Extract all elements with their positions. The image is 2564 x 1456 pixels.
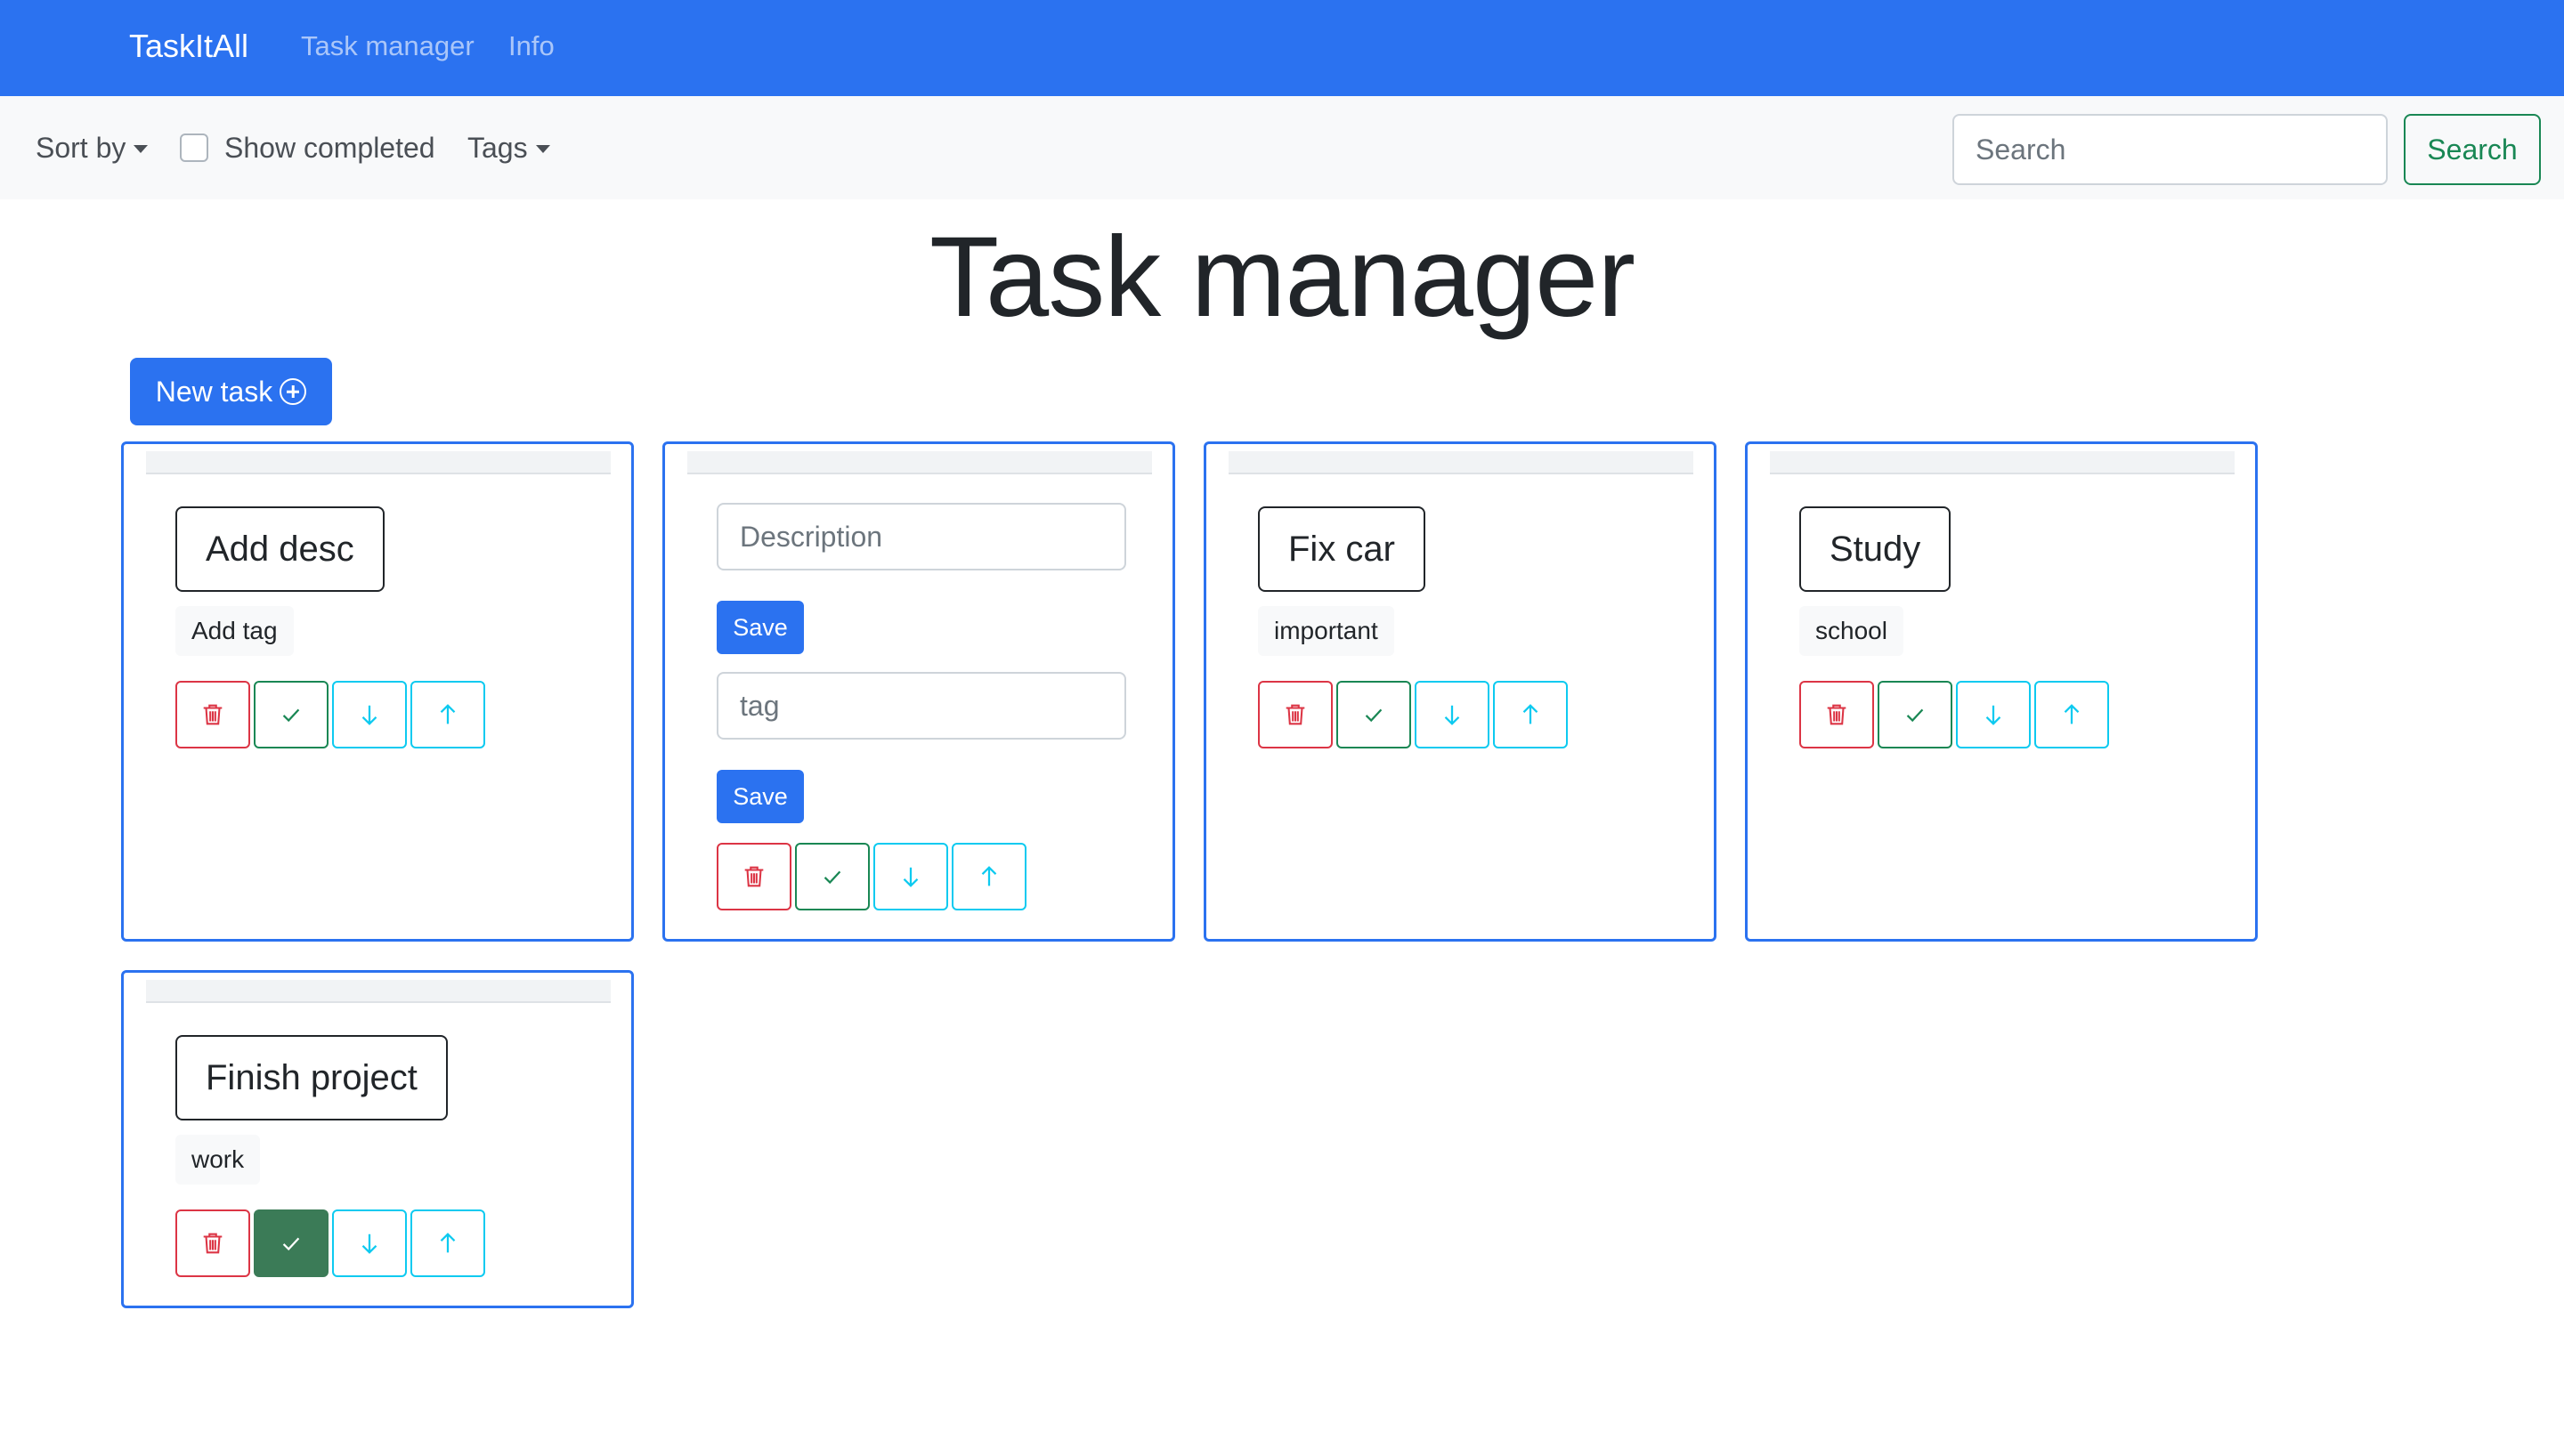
task-tag[interactable]: school xyxy=(1799,606,1903,656)
arrow-up-icon xyxy=(2064,704,2080,724)
move-down-button[interactable] xyxy=(873,843,948,910)
trash-icon xyxy=(1827,704,1846,725)
trash-icon xyxy=(1286,704,1305,725)
page-title: Task manager xyxy=(929,214,1635,341)
task-card: Fix car important xyxy=(1204,441,1716,942)
move-up-button[interactable] xyxy=(410,681,485,748)
arrow-up-icon xyxy=(981,866,997,886)
check-icon xyxy=(282,708,300,723)
arrow-down-icon xyxy=(361,705,377,725)
show-completed-checkbox[interactable] xyxy=(180,133,208,162)
task-tag[interactable]: work xyxy=(175,1135,261,1185)
brand-link[interactable]: TaskItAll xyxy=(129,25,248,68)
arrow-up-icon xyxy=(440,1233,456,1253)
delete-button[interactable] xyxy=(1799,681,1874,748)
task-tag[interactable]: Add tag xyxy=(175,606,294,656)
card-header xyxy=(146,451,611,474)
trash-icon xyxy=(203,704,223,725)
complete-button[interactable] xyxy=(254,681,329,748)
card-header xyxy=(687,451,1152,474)
tags-dropdown[interactable]: Tags xyxy=(467,130,550,166)
arrow-down-icon xyxy=(1985,705,2001,725)
delete-button[interactable] xyxy=(717,843,791,910)
task-card: Add desc Add tag xyxy=(121,441,634,942)
task-actions xyxy=(1799,681,2109,748)
check-icon xyxy=(824,870,841,885)
card-header xyxy=(1229,451,1693,474)
move-up-button[interactable] xyxy=(410,1209,485,1277)
task-actions xyxy=(175,681,485,748)
sort-by-label: Sort by xyxy=(36,132,126,164)
search-input[interactable]: Search xyxy=(1952,114,2388,185)
move-up-button[interactable] xyxy=(952,843,1026,910)
task-actions xyxy=(717,843,1026,910)
delete-button[interactable] xyxy=(175,681,250,748)
save-tag-button[interactable]: Save xyxy=(717,770,804,823)
arrow-down-icon xyxy=(903,867,919,887)
navbar: TaskItAll Task manager Info xyxy=(0,0,2564,96)
delete-button[interactable] xyxy=(1258,681,1333,748)
move-down-button[interactable] xyxy=(1415,681,1489,748)
task-card: Finish project work xyxy=(121,970,634,1308)
task-title[interactable]: Finish project xyxy=(175,1035,448,1120)
arrow-down-icon xyxy=(361,1234,377,1254)
new-task-label: New task xyxy=(155,375,273,408)
task-card: Study school xyxy=(1745,441,2258,942)
caret-down-icon xyxy=(134,144,149,153)
task-title[interactable]: Study xyxy=(1799,506,1951,592)
plus-circle-icon xyxy=(280,378,307,405)
tag-input[interactable]: tag xyxy=(717,672,1126,740)
task-actions xyxy=(175,1209,485,1277)
complete-button[interactable] xyxy=(795,843,870,910)
task-title[interactable]: Fix car xyxy=(1258,506,1425,592)
new-task-button[interactable]: New task xyxy=(130,358,332,425)
complete-button[interactable] xyxy=(1336,681,1411,748)
sort-by-dropdown[interactable]: Sort by xyxy=(36,130,149,166)
task-tag[interactable]: important xyxy=(1258,606,1394,656)
show-completed-toggle[interactable]: Show completed xyxy=(180,130,435,166)
move-down-button[interactable] xyxy=(332,681,407,748)
task-title[interactable]: Add desc xyxy=(175,506,385,592)
complete-button[interactable] xyxy=(1878,681,1952,748)
check-icon xyxy=(282,1237,300,1251)
save-description-button[interactable]: Save xyxy=(717,601,804,654)
check-icon xyxy=(1365,708,1383,723)
move-down-button[interactable] xyxy=(332,1209,407,1277)
trash-icon xyxy=(203,1233,223,1254)
nav-link-task-manager[interactable]: Task manager xyxy=(301,28,475,64)
nav-link-info[interactable]: Info xyxy=(508,28,555,64)
move-up-button[interactable] xyxy=(2034,681,2109,748)
card-header xyxy=(1770,451,2235,474)
arrow-up-icon xyxy=(1522,704,1538,724)
card-header xyxy=(146,980,611,1003)
show-completed-label: Show completed xyxy=(224,132,435,164)
toolbar: Sort by Show completed Tags Search Searc… xyxy=(0,96,2564,199)
arrow-up-icon xyxy=(440,704,456,724)
description-input[interactable]: Description xyxy=(717,503,1126,570)
caret-down-icon xyxy=(535,144,550,153)
task-card-editing: Description Save tag Save xyxy=(662,441,1175,942)
complete-button[interactable] xyxy=(254,1209,329,1277)
tags-label: Tags xyxy=(467,132,528,164)
trash-icon xyxy=(744,866,764,887)
arrow-down-icon xyxy=(1444,705,1460,725)
check-icon xyxy=(1906,708,1924,723)
search-button[interactable]: Search xyxy=(2404,114,2541,185)
task-actions xyxy=(1258,681,1568,748)
delete-button[interactable] xyxy=(175,1209,250,1277)
move-up-button[interactable] xyxy=(1493,681,1568,748)
move-down-button[interactable] xyxy=(1956,681,2031,748)
